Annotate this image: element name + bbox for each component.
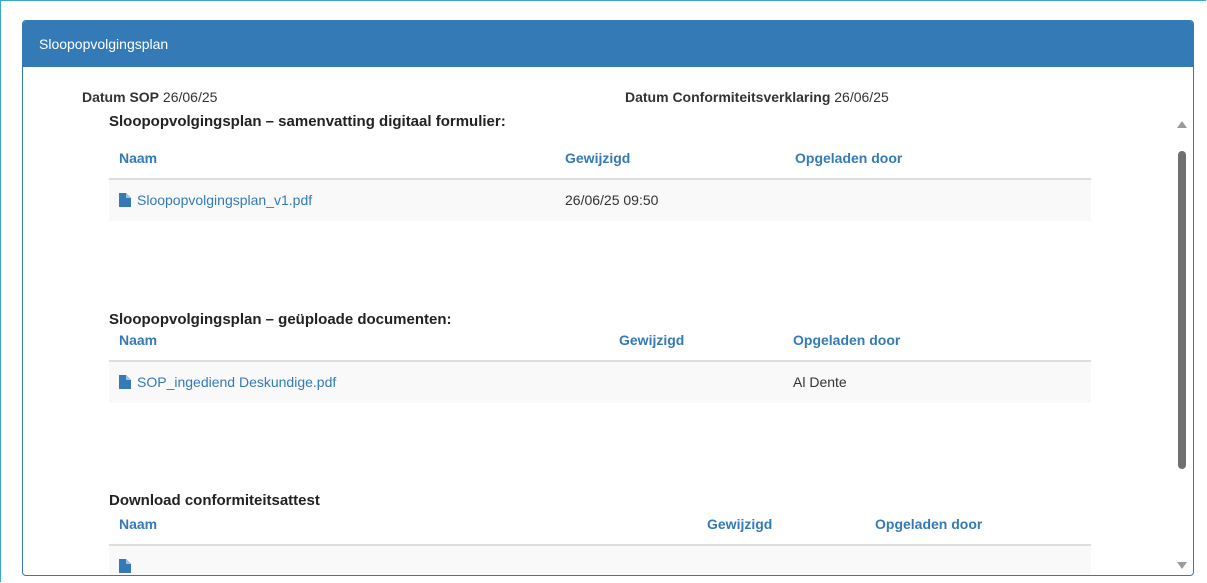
scroll-up-arrow-icon[interactable] bbox=[1177, 121, 1187, 128]
file-name[interactable]: SOP_ingediend Deskundige.pdf bbox=[137, 374, 336, 390]
table-row: Sloopopvolgingsplan_v1.pdf 26/06/25 09:5… bbox=[109, 180, 1091, 221]
scroll-down-arrow-icon[interactable] bbox=[1177, 562, 1187, 569]
date-sop: Datum SOP 26/06/25 bbox=[82, 89, 217, 105]
uploaded-by-value: Al Dente bbox=[793, 374, 847, 390]
sop-panel: Sloopopvolgingsplan Datum SOP 26/06/25 D… bbox=[22, 20, 1194, 576]
header-name[interactable]: Naam bbox=[119, 332, 157, 348]
header-modified[interactable]: Gewijzigd bbox=[619, 332, 684, 348]
table-header: Naam Gewijzigd Opgeladen door bbox=[109, 504, 1091, 546]
date-conformity-value: 26/06/25 bbox=[834, 89, 889, 105]
section-title-summary: Sloopopvolgingsplan – samenvatting digit… bbox=[109, 113, 506, 130]
file-name[interactable]: Sloopopvolgingsplan_v1.pdf bbox=[137, 192, 312, 208]
table-header: Naam Gewijzigd Opgeladen door bbox=[109, 320, 1091, 362]
date-sop-label: Datum SOP bbox=[82, 89, 160, 105]
header-modified[interactable]: Gewijzigd bbox=[565, 150, 630, 166]
file-link[interactable] bbox=[119, 558, 137, 574]
table-download: Naam Gewijzigd Opgeladen door bbox=[109, 504, 1091, 575]
header-uploaded-by[interactable]: Opgeladen door bbox=[793, 332, 900, 348]
header-name[interactable]: Naam bbox=[119, 150, 157, 166]
panel-body: Datum SOP 26/06/25 Datum Conformiteitsve… bbox=[23, 67, 1193, 575]
date-sop-value: 26/06/25 bbox=[162, 89, 218, 105]
header-name[interactable]: Naam bbox=[119, 516, 157, 532]
file-icon bbox=[119, 375, 131, 389]
file-link[interactable]: SOP_ingediend Deskundige.pdf bbox=[119, 374, 336, 390]
header-uploaded-by[interactable]: Opgeladen door bbox=[875, 516, 982, 532]
scrollbar-thumb[interactable] bbox=[1178, 151, 1186, 469]
table-row: SOP_ingediend Deskundige.pdf Al Dente bbox=[109, 362, 1091, 403]
table-row bbox=[109, 546, 1091, 575]
table-uploaded: Naam Gewijzigd Opgeladen door SOP_ingedi… bbox=[109, 320, 1091, 403]
header-uploaded-by[interactable]: Opgeladen door bbox=[795, 150, 902, 166]
date-conformity: Datum Conformiteitsverklaring 26/06/25 bbox=[625, 89, 889, 105]
date-conformity-label: Datum Conformiteitsverklaring bbox=[625, 89, 831, 105]
modified-value: 26/06/25 09:50 bbox=[565, 192, 659, 208]
file-icon bbox=[119, 559, 131, 573]
dates-row: Datum SOP 26/06/25 Datum Conformiteitsve… bbox=[23, 89, 1193, 109]
scrollbar[interactable] bbox=[1171, 107, 1193, 575]
file-icon bbox=[119, 193, 131, 207]
table-summary: Naam Gewijzigd Opgeladen door Sloopopvol… bbox=[109, 138, 1091, 221]
header-modified[interactable]: Gewijzigd bbox=[707, 516, 772, 532]
panel-heading: Sloopopvolgingsplan bbox=[23, 21, 1193, 67]
table-header: Naam Gewijzigd Opgeladen door bbox=[109, 138, 1091, 180]
file-link[interactable]: Sloopopvolgingsplan_v1.pdf bbox=[119, 192, 312, 208]
